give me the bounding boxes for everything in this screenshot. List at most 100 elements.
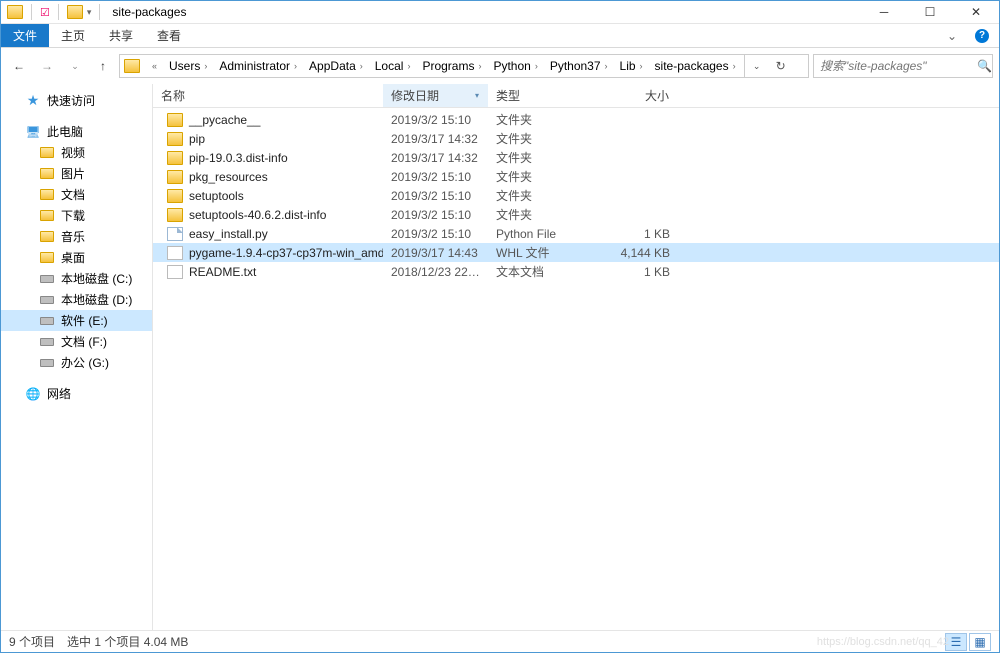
- sidebar-drive-d[interactable]: 本地磁盘 (D:): [1, 289, 152, 310]
- file-type: 文件夹: [488, 130, 598, 147]
- file-type: 文件夹: [488, 149, 598, 166]
- file-date: 2019/3/17 14:32: [383, 132, 488, 146]
- file-size: 1 KB: [598, 265, 678, 279]
- file-date: 2019/3/2 15:10: [383, 208, 488, 222]
- txt-icon: [167, 265, 183, 279]
- back-button[interactable]: ←: [7, 54, 31, 78]
- ribbon-expand-icon[interactable]: ⌄: [939, 24, 965, 47]
- file-name: setuptools: [189, 189, 244, 203]
- column-name[interactable]: 名称: [153, 84, 383, 107]
- crumb-users[interactable]: Users›: [165, 55, 215, 77]
- sidebar-this-pc[interactable]: 🖥此电脑: [1, 121, 152, 142]
- status-selection: 选中 1 个项目 4.04 MB: [67, 633, 188, 650]
- file-name: pkg_resources: [189, 170, 268, 184]
- sidebar-pictures[interactable]: 图片: [1, 163, 152, 184]
- tab-home[interactable]: 主页: [49, 24, 97, 47]
- file-name: README.txt: [189, 265, 256, 279]
- file-date: 2019/3/2 15:10: [383, 113, 488, 127]
- sidebar-videos[interactable]: 视频: [1, 142, 152, 163]
- help-button[interactable]: ?: [965, 24, 999, 47]
- sidebar-documents[interactable]: 文档: [1, 184, 152, 205]
- close-button[interactable]: ✕: [953, 1, 999, 24]
- sidebar-drive-f[interactable]: 文档 (F:): [1, 331, 152, 352]
- file-name: pip: [189, 132, 205, 146]
- file-list[interactable]: __pycache__2019/3/2 15:10文件夹pip2019/3/17…: [153, 108, 999, 631]
- column-date[interactable]: 修改日期▾: [383, 84, 488, 107]
- file-row[interactable]: pkg_resources2019/3/2 15:10文件夹: [153, 167, 999, 186]
- up-button[interactable]: ↑: [91, 54, 115, 78]
- folder-icon: [167, 132, 183, 146]
- minimize-button[interactable]: ─: [861, 1, 907, 24]
- search-box[interactable]: 🔍: [813, 54, 993, 78]
- sidebar-drive-c[interactable]: 本地磁盘 (C:): [1, 268, 152, 289]
- crumb-lib[interactable]: Lib›: [616, 55, 651, 77]
- crumb-sitepackages[interactable]: site-packages›: [651, 55, 744, 77]
- folder-icon: [167, 151, 183, 165]
- recent-dropdown[interactable]: ⌄: [63, 54, 87, 78]
- search-input[interactable]: [820, 59, 977, 73]
- search-icon[interactable]: 🔍: [977, 59, 992, 73]
- qat-checkbox-icon[interactable]: ☑: [40, 6, 50, 19]
- file-row[interactable]: pip-19.0.3.dist-info 2019/3/17 14:32文件夹: [153, 148, 999, 167]
- file-name: __pycache__: [189, 113, 260, 127]
- address-dropdown-icon[interactable]: ⌄: [745, 55, 769, 77]
- crumb-local[interactable]: Local›: [371, 55, 419, 77]
- folder-icon[interactable]: [67, 5, 83, 19]
- file-pane: 名称 修改日期▾ 类型 大小 __pycache__ 2019/3/2 15:10…: [153, 84, 999, 631]
- view-details-button[interactable]: ☰: [945, 633, 967, 651]
- file-type: 文件夹: [488, 206, 598, 223]
- file-row[interactable]: README.txt2018/12/23 22:16文本文档1 KB: [153, 262, 999, 281]
- file-date: 2019/3/17 14:43: [383, 246, 488, 260]
- tab-view[interactable]: 查看: [145, 24, 193, 47]
- file-size: 1 KB: [598, 227, 678, 241]
- refresh-button[interactable]: ↻: [769, 55, 793, 77]
- file-row[interactable]: pygame-1.9.4-cp37-cp37m-win_amd...2019/3…: [153, 243, 999, 262]
- file-type: WHL 文件: [488, 244, 598, 261]
- tab-share[interactable]: 共享: [97, 24, 145, 47]
- file-name: setuptools-40.6.2.dist-info: [189, 208, 326, 222]
- view-icons-button[interactable]: ▦: [969, 633, 991, 651]
- crumb-programs[interactable]: Programs›: [418, 55, 489, 77]
- file-name: pip-19.0.3.dist-info: [189, 151, 288, 165]
- crumb-administrator[interactable]: Administrator›: [215, 55, 305, 77]
- forward-button[interactable]: →: [35, 54, 59, 78]
- window-title: site-packages: [112, 5, 186, 19]
- file-row[interactable]: setuptools2019/3/2 15:10文件夹: [153, 186, 999, 205]
- file-row[interactable]: setuptools-40.6.2.dist-info 2019/3/2 15:1…: [153, 205, 999, 224]
- sidebar-drive-e[interactable]: 软件 (E:): [1, 310, 152, 331]
- sidebar-music[interactable]: 音乐: [1, 226, 152, 247]
- crumb-appdata[interactable]: AppData›: [305, 55, 371, 77]
- file-type: 文件夹: [488, 168, 598, 185]
- sidebar-downloads[interactable]: 下载: [1, 205, 152, 226]
- navigation-pane: ★快速访问 🖥此电脑 视频 图片 文档 下载 音乐 桌面 本地磁盘 (C:) 本…: [1, 84, 153, 631]
- maximize-button[interactable]: ☐: [907, 1, 953, 24]
- crumb-python37[interactable]: Python37›: [546, 55, 616, 77]
- address-bar[interactable]: « Users› Administrator› AppData› Local› …: [119, 54, 809, 78]
- app-icon[interactable]: [7, 5, 23, 19]
- file-row[interactable]: __pycache__ 2019/3/2 15:10文件夹: [153, 110, 999, 129]
- file-type: Python File: [488, 227, 598, 241]
- status-bar: 9 个项目 选中 1 个项目 4.04 MB ☰ ▦: [1, 630, 999, 652]
- ribbon: 文件 主页 共享 查看 ⌄ ?: [1, 24, 999, 48]
- file-date: 2019/3/17 14:32: [383, 151, 488, 165]
- column-size[interactable]: 大小: [598, 84, 678, 107]
- folder-icon: [167, 189, 183, 203]
- navbar: ← → ⌄ ↑ « Users› Administrator› AppData›…: [1, 48, 999, 84]
- sidebar-desktop[interactable]: 桌面: [1, 247, 152, 268]
- file-row[interactable]: easy_install.py2019/3/2 15:10Python File…: [153, 224, 999, 243]
- sidebar-drive-g[interactable]: 办公 (G:): [1, 352, 152, 373]
- folder-icon: [167, 113, 183, 127]
- sidebar-quick-access[interactable]: ★快速访问: [1, 90, 152, 111]
- file-type: 文件夹: [488, 111, 598, 128]
- status-item-count: 9 个项目: [9, 633, 55, 650]
- tab-file[interactable]: 文件: [1, 24, 49, 47]
- file-icon: [167, 246, 183, 260]
- column-headers: 名称 修改日期▾ 类型 大小: [153, 84, 999, 108]
- column-type[interactable]: 类型: [488, 84, 598, 107]
- sidebar-network[interactable]: 🌐网络: [1, 383, 152, 404]
- file-date: 2019/3/2 15:10: [383, 189, 488, 203]
- crumb-python[interactable]: Python›: [489, 55, 545, 77]
- file-name: pygame-1.9.4-cp37-cp37m-win_amd...: [189, 246, 383, 260]
- file-row[interactable]: pip 2019/3/17 14:32文件夹: [153, 129, 999, 148]
- file-date: 2018/12/23 22:16: [383, 265, 488, 279]
